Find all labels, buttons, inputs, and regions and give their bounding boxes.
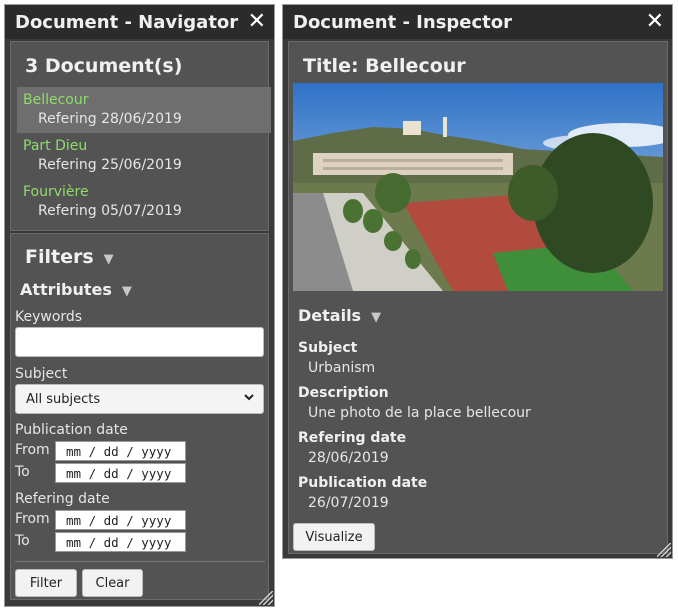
inspector-window: Document - Inspector ✕ Title: Bellecour — [282, 4, 673, 559]
refering-from-date-input[interactable]: mm / dd / yyyy — [55, 510, 186, 530]
divider — [15, 561, 265, 562]
triangle-down-icon[interactable]: ▼ — [122, 284, 132, 299]
close-icon[interactable]: ✕ — [646, 11, 664, 33]
document-name: Part Dieu — [23, 138, 88, 154]
subject-select-value: All subjects — [26, 392, 101, 407]
visualize-button[interactable]: Visualize — [293, 523, 375, 551]
document-item-part-dieu[interactable]: Part Dieu Refering 25/06/2019 — [17, 133, 271, 179]
document-name: Bellecour — [23, 92, 89, 108]
filters-panel: Filters ▼ Attributes ▼ Keywords Subject Al… — [10, 233, 269, 600]
navigator-title: Document - Navigator — [15, 11, 239, 33]
refering-date-label: Refering date — [15, 491, 110, 507]
city-photo-illustration — [293, 83, 663, 291]
subject-label: Subject — [298, 340, 358, 356]
document-item-bellecour[interactable]: Bellecour Refering 28/06/2019 — [17, 87, 271, 133]
refering-from-label: From — [15, 511, 50, 527]
subject-select[interactable]: All subjects — [15, 384, 264, 414]
publication-to-label: To — [15, 464, 30, 480]
close-icon[interactable]: ✕ — [248, 11, 266, 33]
navigator-window: Document - Navigator ✕ 3 Document(s) Bel… — [4, 4, 275, 607]
document-refering-date: Refering 28/06/2019 — [38, 111, 182, 127]
document-title: Title: Bellecour — [303, 55, 466, 77]
keywords-label: Keywords — [15, 309, 83, 325]
publication-to-date-input[interactable]: mm / dd / yyyy — [55, 463, 186, 483]
subject-label: Subject — [15, 366, 68, 382]
description-value: Une photo de la place bellecour — [308, 405, 531, 421]
refering-date-label: Refering date — [298, 430, 407, 446]
subject-value: Urbanism — [308, 360, 376, 376]
document-list-panel: 3 Document(s) Bellecour Refering 28/06/2… — [10, 41, 271, 231]
document-count: 3 Document(s) — [25, 55, 183, 77]
attributes-title: Attributes — [20, 280, 112, 299]
chevron-down-icon — [243, 391, 255, 406]
refering-to-date-input[interactable]: mm / dd / yyyy — [55, 532, 186, 552]
description-label: Description — [298, 385, 389, 401]
inspector-panel: Title: Bellecour Details ▼ Subject Urban… — [288, 41, 668, 554]
resize-handle-icon[interactable] — [259, 591, 273, 605]
refering-date-value: 28/06/2019 — [308, 450, 389, 466]
inspector-titlebar[interactable]: Document - Inspector ✕ — [283, 5, 672, 39]
navigator-titlebar[interactable]: Document - Navigator ✕ — [5, 5, 274, 39]
document-refering-date: Refering 25/06/2019 — [38, 157, 182, 173]
keywords-input[interactable] — [15, 327, 264, 357]
details-title: Details — [298, 306, 362, 325]
refering-to-label: To — [15, 533, 30, 549]
details-header[interactable]: Details ▼ — [298, 306, 381, 325]
document-item-fourviere[interactable]: Fourvière Refering 05/07/2019 — [17, 179, 271, 225]
document-photo — [293, 83, 663, 291]
document-name: Fourvière — [23, 184, 89, 200]
triangle-down-icon[interactable]: ▼ — [371, 310, 381, 325]
filter-button[interactable]: Filter — [15, 569, 77, 597]
publication-date-value: 26/07/2019 — [308, 495, 389, 511]
attributes-header[interactable]: Attributes ▼ — [20, 280, 132, 299]
inspector-title: Document - Inspector — [293, 11, 513, 33]
publication-date-label: Publication date — [298, 475, 428, 491]
filters-header[interactable]: Filters ▼ — [25, 246, 114, 268]
resize-handle-icon[interactable] — [657, 543, 671, 557]
publication-from-label: From — [15, 442, 50, 458]
triangle-down-icon[interactable]: ▼ — [104, 252, 114, 267]
publication-date-label: Publication date — [15, 422, 128, 438]
clear-button[interactable]: Clear — [82, 569, 143, 597]
filters-title: Filters — [25, 246, 94, 268]
document-refering-date: Refering 05/07/2019 — [38, 203, 182, 219]
publication-from-date-input[interactable]: mm / dd / yyyy — [55, 441, 186, 461]
